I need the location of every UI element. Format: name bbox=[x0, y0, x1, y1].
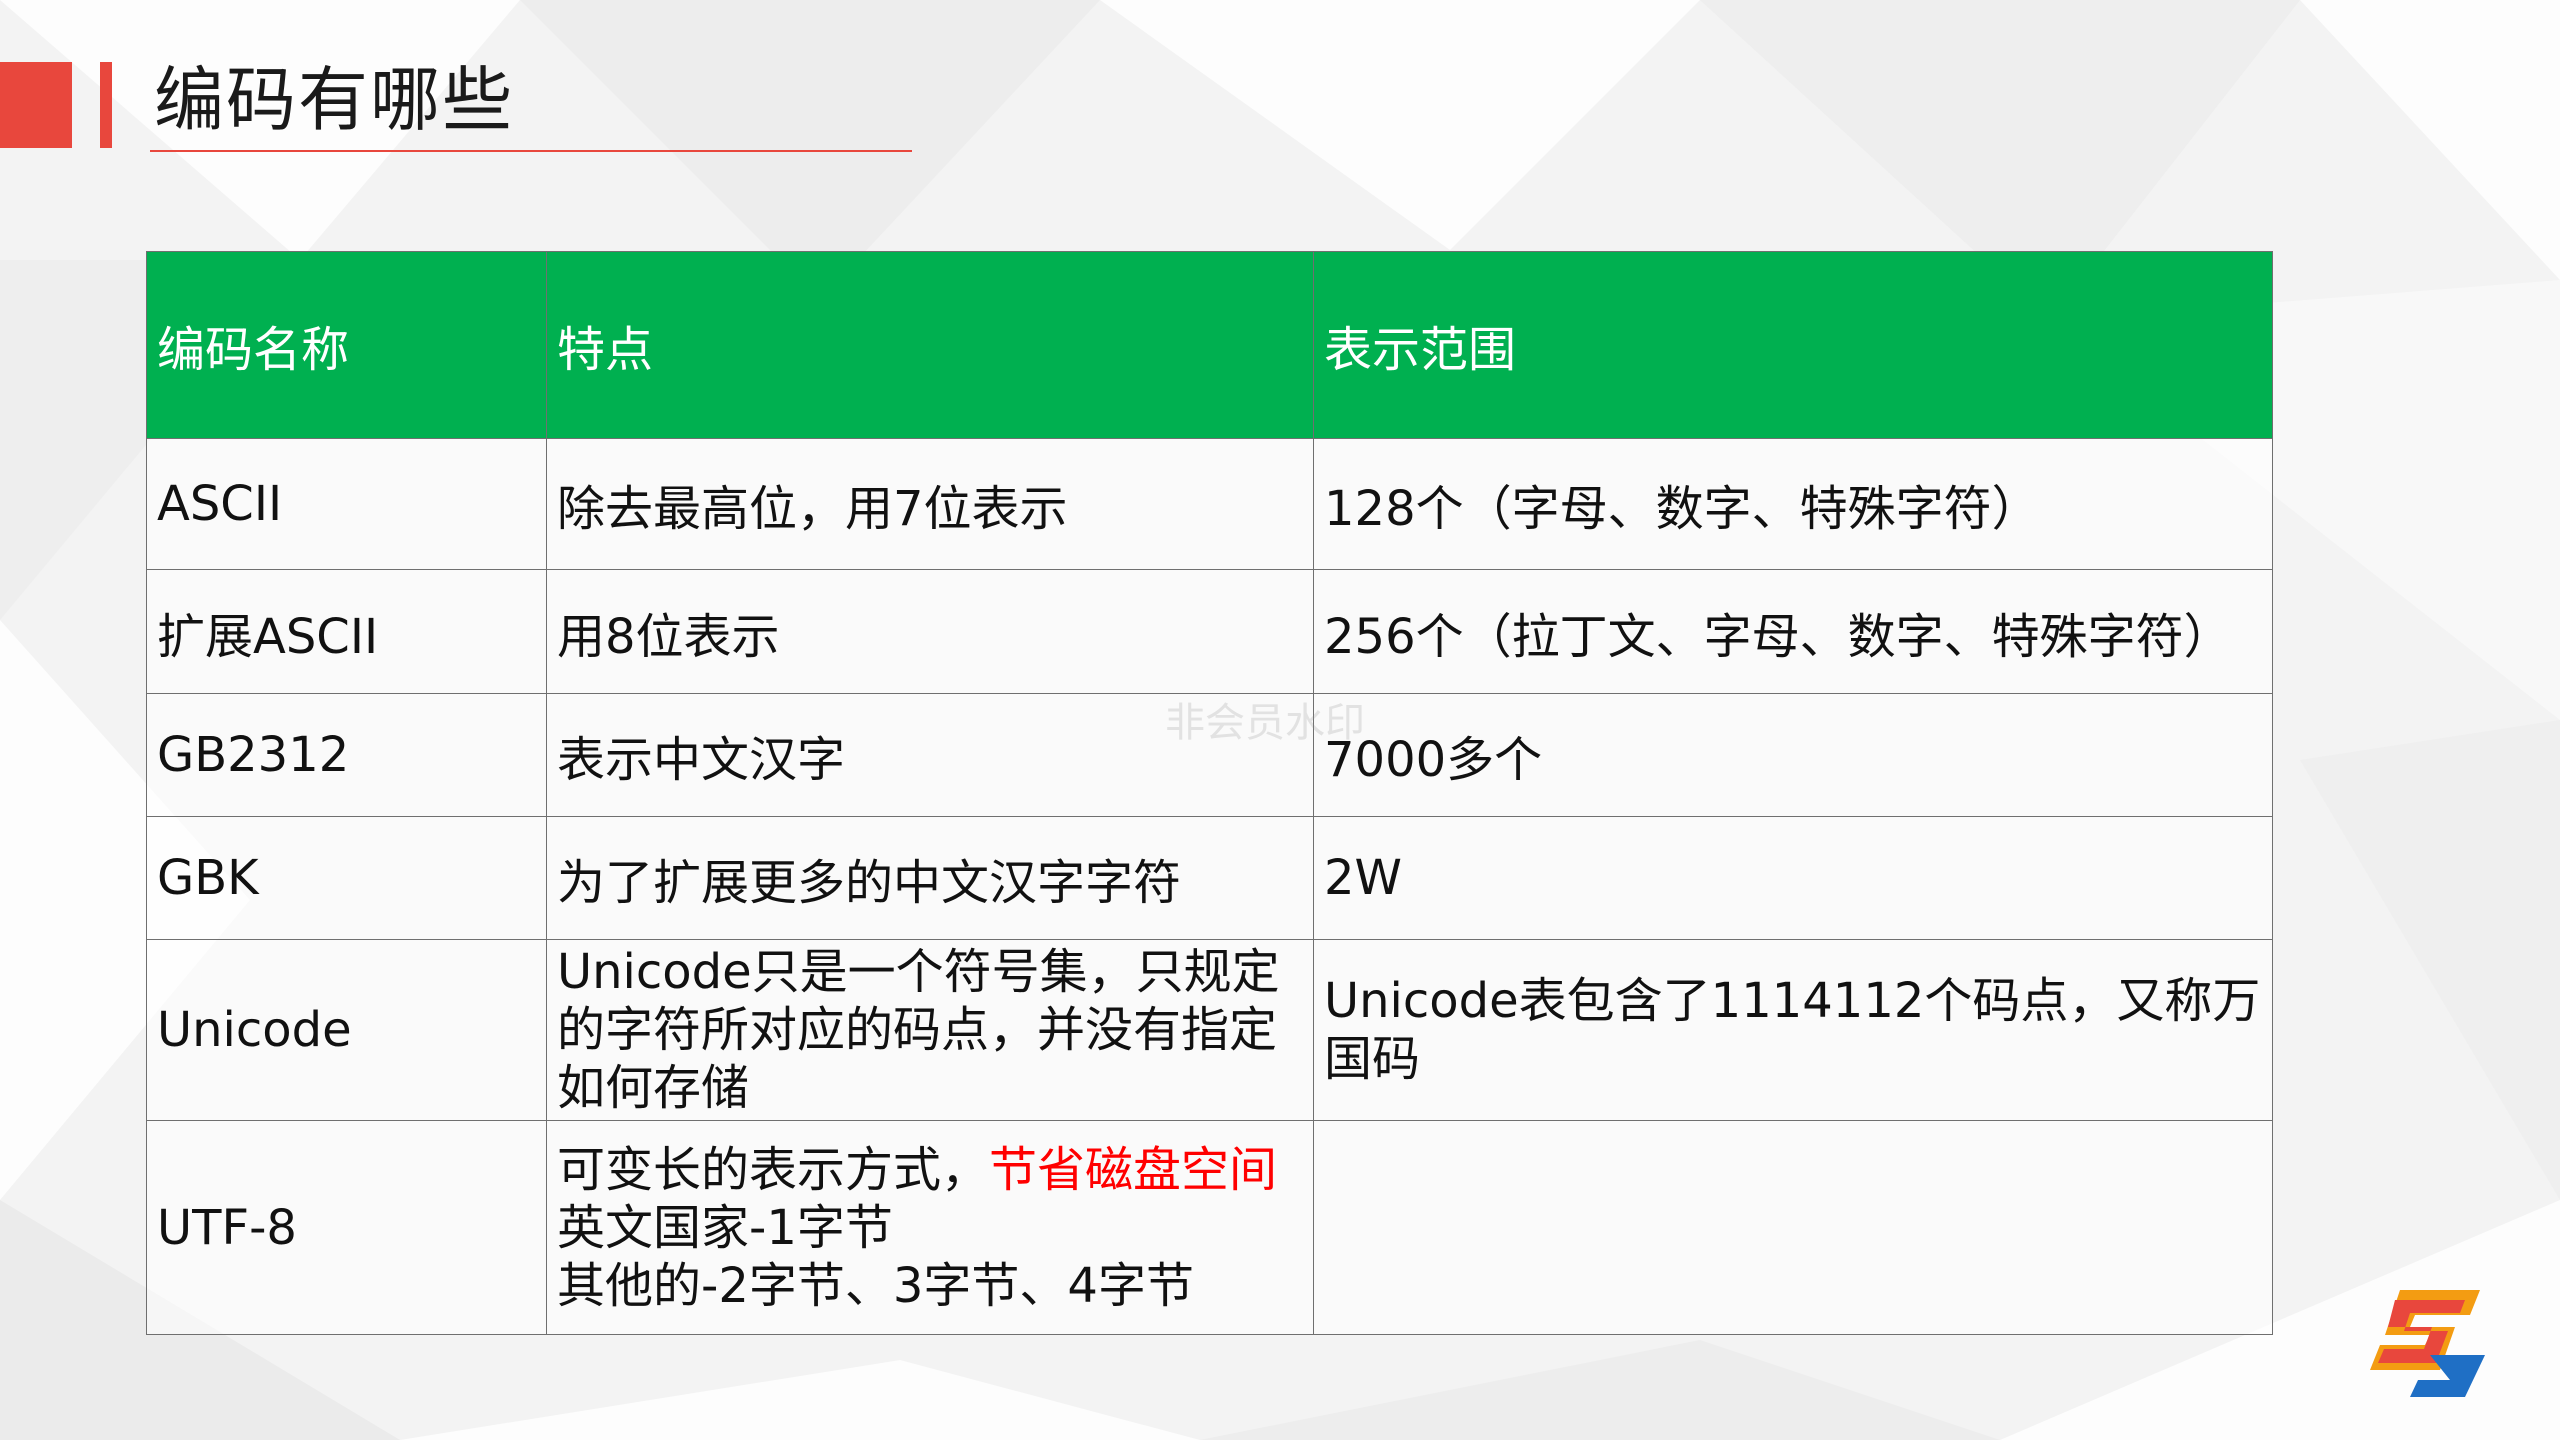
cell-encoding-name: Unicode bbox=[146, 939, 547, 1121]
feature-highlight: 节省磁盘空间 bbox=[989, 1141, 1278, 1198]
table-row: 扩展ASCII 用8位表示 256个（拉丁文、字母、数字、特殊字符） bbox=[146, 569, 2273, 694]
feature-line: 如何存储 bbox=[557, 1060, 750, 1116]
watermark: 非会员水印 bbox=[1165, 700, 1365, 746]
cell-encoding-name: ASCII bbox=[146, 438, 547, 570]
header-encoding-name: 编码名称 bbox=[146, 251, 547, 439]
brand-s-logo-icon bbox=[2370, 1290, 2485, 1397]
cell-feature: 用8位表示 bbox=[546, 569, 1314, 694]
header-range: 表示范围 bbox=[1313, 251, 2273, 439]
cell-encoding-name: GBK bbox=[146, 816, 547, 940]
title-accent-block bbox=[0, 62, 72, 148]
feature-line: Unicode只是一个符号集，只规定 bbox=[557, 944, 1280, 1000]
cell-encoding-name: 扩展ASCII bbox=[146, 569, 547, 694]
cell-feature: Unicode只是一个符号集，只规定 的字符所对应的码点，并没有指定 如何存储 bbox=[546, 939, 1314, 1121]
cell-feature: 为了扩展更多的中文汉字字符 bbox=[546, 816, 1314, 940]
encoding-table: 编码名称 特点 表示范围 ASCII 除去最高位，用7位表示 128个（字母、数… bbox=[146, 251, 2273, 1335]
cell-encoding-name: UTF-8 bbox=[146, 1120, 547, 1335]
table-row: ASCII 除去最高位，用7位表示 128个（字母、数字、特殊字符） bbox=[146, 438, 2273, 570]
feature-line: 其他的-2字节、3字节、4字节 bbox=[557, 1257, 1194, 1314]
table-row: GBK 为了扩展更多的中文汉字字符 2W bbox=[146, 816, 2273, 940]
range-line: Unicode表包含了1114112个码点，又称万 bbox=[1324, 973, 2261, 1029]
cell-range: 128个（字母、数字、特殊字符） bbox=[1313, 438, 2273, 570]
table-row: Unicode Unicode只是一个符号集，只规定 的字符所对应的码点，并没有… bbox=[146, 939, 2273, 1121]
cell-feature: 可变长的表示方式，节省磁盘空间 英文国家-1字节 其他的-2字节、3字节、4字节 bbox=[546, 1120, 1314, 1335]
feature-line: 的字符所对应的码点，并没有指定 bbox=[557, 1002, 1278, 1058]
page-title: 编码有哪些 bbox=[154, 59, 514, 141]
table-row: UTF-8 可变长的表示方式，节省磁盘空间 英文国家-1字节 其他的-2字节、3… bbox=[146, 1120, 2273, 1335]
cell-range: Unicode表包含了1114112个码点，又称万 国码 bbox=[1313, 939, 2273, 1121]
cell-range: 7000多个 bbox=[1313, 693, 2273, 817]
cell-feature: 除去最高位，用7位表示 bbox=[546, 438, 1314, 570]
cell-range: 256个（拉丁文、字母、数字、特殊字符） bbox=[1313, 569, 2273, 694]
table-header-row: 编码名称 特点 表示范围 bbox=[146, 251, 2273, 439]
header-feature: 特点 bbox=[546, 251, 1314, 439]
title-underline bbox=[150, 150, 912, 152]
range-line: 国码 bbox=[1324, 1031, 1421, 1087]
feature-line: 英文国家-1字节 bbox=[557, 1199, 893, 1256]
cell-range: 2W bbox=[1313, 816, 2273, 940]
cell-range-empty bbox=[1313, 1120, 2273, 1335]
cell-encoding-name: GB2312 bbox=[146, 693, 547, 817]
title-accent-bar bbox=[100, 62, 112, 148]
feature-text: 可变长的表示方式， bbox=[557, 1141, 990, 1198]
feature-line: 可变长的表示方式，节省磁盘空间 bbox=[557, 1141, 1303, 1199]
